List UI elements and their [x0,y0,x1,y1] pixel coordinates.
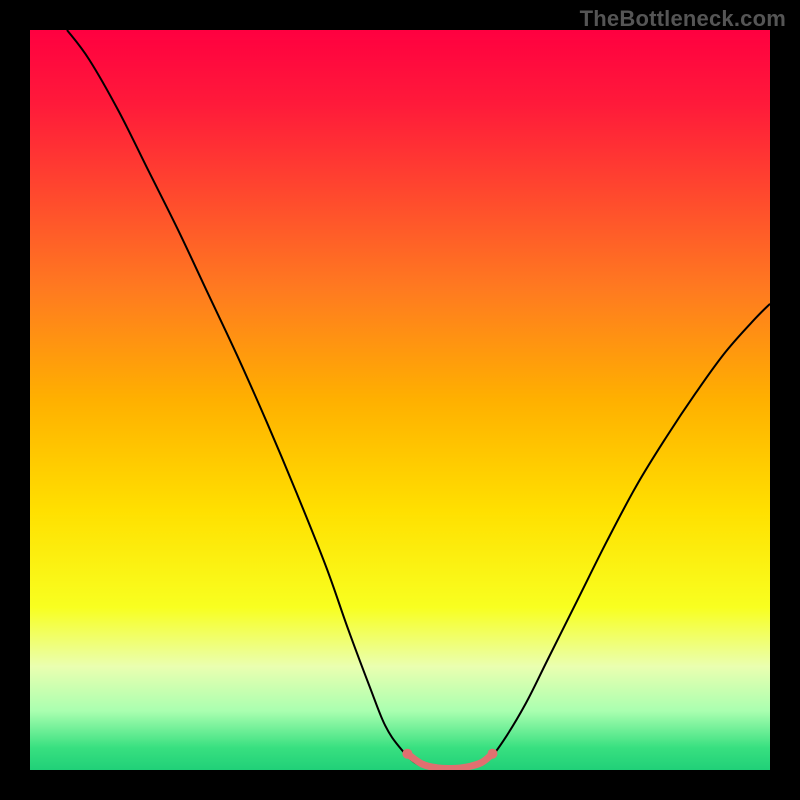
gradient-background [30,30,770,770]
series-highlight-endpoint-1 [488,749,498,759]
series-highlight-endpoint-0 [402,749,412,759]
watermark-text: TheBottleneck.com [580,6,786,32]
chart-container: TheBottleneck.com [0,0,800,800]
bottleneck-chart [0,0,800,800]
